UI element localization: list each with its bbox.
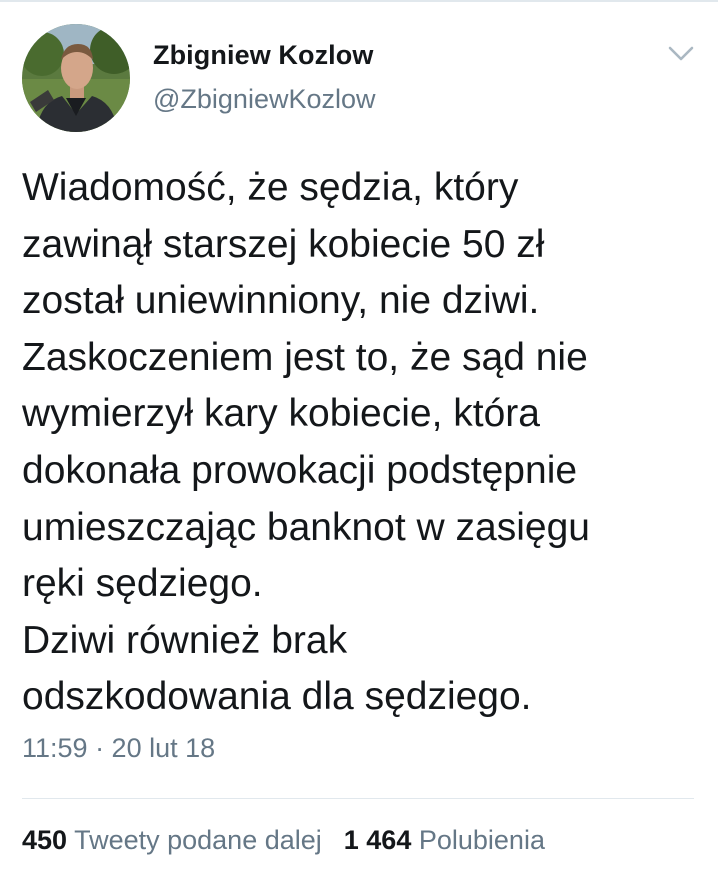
tweet-line: zawinął starszej kobiecie 50 zł	[22, 222, 545, 266]
likes-count: 1 464	[343, 825, 412, 855]
likes-stat[interactable]: 1 464 Polubienia	[344, 825, 545, 855]
display-name[interactable]: Zbigniew Kozlow	[153, 40, 373, 71]
tweet-text: Wiadomość, że sędzia, który zawinął star…	[22, 160, 712, 726]
tweet-line: Wiadomość, że sędzia, który	[22, 166, 519, 209]
stats-divider	[22, 798, 694, 799]
likes-label: Polubienia	[418, 825, 545, 855]
retweets-label: Tweety podane dalej	[74, 825, 322, 855]
tweet-line: odszkodowania dla sędziego.	[22, 675, 532, 719]
top-divider	[0, 0, 718, 2]
chevron-down-icon	[668, 46, 694, 61]
avatar-photo	[22, 24, 130, 132]
tweet-line: Zaskoczeniem jest to, że sąd nie	[22, 335, 588, 379]
tweet-line: został uniewinniony, nie dziwi.	[22, 279, 540, 323]
tweet-line: Dziwi również brak	[22, 618, 348, 662]
avatar[interactable]	[22, 24, 130, 132]
tweet-line: umieszczając banknot w zasięgu	[22, 505, 590, 549]
tweet-timestamp[interactable]: 11:59 · 20 lut 18	[22, 733, 215, 764]
user-handle[interactable]: @ZbigniewKozlow	[153, 84, 376, 115]
retweets-count: 450	[22, 825, 68, 855]
retweets-stat[interactable]: 450 Tweety podane dalej	[22, 825, 322, 855]
tweet-line: wymierzył kary kobiecie, która	[22, 392, 540, 436]
tweet-line: dokonała prowokacji podstępnie	[22, 448, 578, 492]
tweet-stats: 450 Tweety podane dalej 1 464 Polubienia	[22, 825, 545, 856]
tweet-line: ręki sędziego.	[22, 562, 263, 606]
tweet-menu-button[interactable]	[666, 42, 696, 66]
